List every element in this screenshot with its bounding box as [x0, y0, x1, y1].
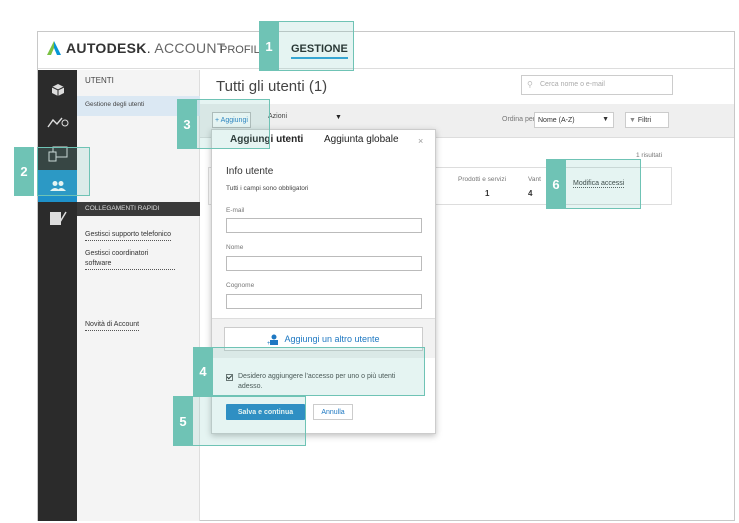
- callout-1: 1: [259, 21, 279, 71]
- filter-button[interactable]: ▼ Filtri: [625, 112, 669, 128]
- results-count: 1 risultati: [636, 152, 663, 159]
- cancel-button[interactable]: Annulla: [313, 404, 353, 420]
- page-title: Tutti gli utenti (1): [216, 78, 328, 95]
- name-label: Nome: [226, 244, 244, 251]
- callout-5: 5: [173, 396, 193, 446]
- analytics-icon[interactable]: [38, 106, 77, 138]
- products-value: 1: [485, 189, 490, 198]
- required-note: Tutti i campi sono obbligatori: [226, 185, 309, 192]
- name-field[interactable]: [226, 256, 422, 271]
- autodesk-logo[interactable]: AUTODESK. ACCOUNT: [46, 40, 226, 56]
- search-input[interactable]: ⚲ Cerca nome o e-mail: [521, 75, 673, 95]
- app-window: AUTODESK. ACCOUNT PROFILO GESTIONE UTENT…: [37, 31, 735, 521]
- link-novita-account[interactable]: Novità di Account: [85, 320, 140, 331]
- link-coordinatori-software[interactable]: Gestisci coordinatori software: [85, 249, 175, 270]
- section-title: Info utente: [226, 166, 274, 177]
- surname-label: Cognome: [226, 282, 255, 289]
- link-supporto-telefonico[interactable]: Gestisci supporto telefonico: [85, 230, 171, 241]
- benefits-label: Vant: [528, 176, 541, 183]
- callout-box-4: [193, 347, 425, 396]
- callout-4: 4: [193, 347, 213, 396]
- quick-links-header: COLLEGAMENTI RAPIDI: [77, 202, 200, 216]
- callout-2: 2: [14, 147, 34, 196]
- top-header: AUTODESK. ACCOUNT PROFILO GESTIONE: [38, 32, 734, 69]
- actions-dropdown[interactable]: Azioni: [268, 113, 287, 120]
- reports-icon[interactable]: [38, 202, 77, 234]
- products-label: Prodotti e servizi: [458, 176, 507, 183]
- close-icon[interactable]: ×: [418, 136, 423, 146]
- logo-text: AUTODESK. ACCOUNT: [66, 40, 226, 56]
- svg-text:+: +: [267, 341, 271, 345]
- callout-6: 6: [546, 159, 566, 209]
- icon-sidebar: [38, 70, 77, 521]
- autodesk-logo-icon: [47, 41, 61, 55]
- search-icon: ⚲: [527, 80, 533, 89]
- add-user-icon: +: [267, 334, 279, 345]
- email-label: E-mail: [226, 207, 245, 214]
- callout-3: 3: [177, 99, 197, 149]
- chevron-down-icon[interactable]: ▼: [335, 114, 342, 121]
- callout-box-2: [37, 147, 90, 196]
- tab-bulk-add[interactable]: Aggiunta globale: [324, 134, 399, 145]
- chevron-down-icon: ▼: [602, 116, 609, 123]
- sort-label: Ordina per:: [502, 116, 538, 123]
- benefits-value: 4: [528, 189, 533, 198]
- surname-field[interactable]: [226, 294, 422, 309]
- box-icon[interactable]: [38, 74, 77, 106]
- sidebar-title: UTENTI: [85, 76, 114, 85]
- filter-icon: ▼: [629, 117, 636, 124]
- email-field[interactable]: [226, 218, 422, 233]
- sort-select[interactable]: Nome (A-Z) ▼: [534, 112, 614, 128]
